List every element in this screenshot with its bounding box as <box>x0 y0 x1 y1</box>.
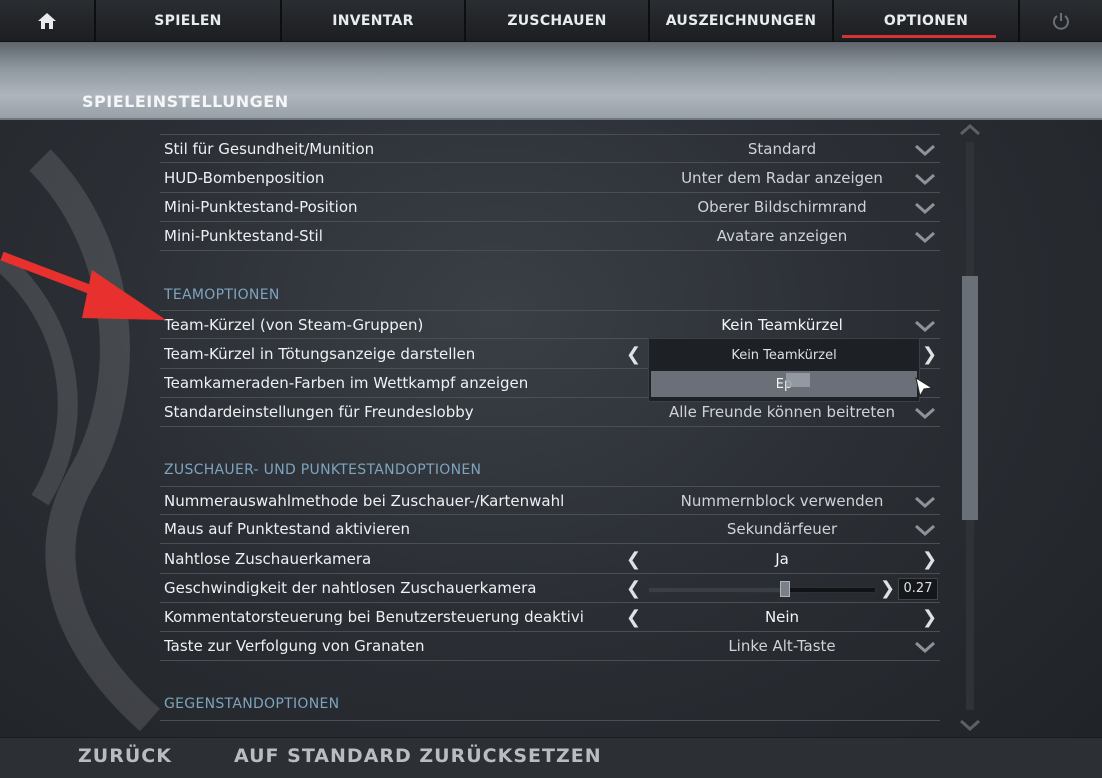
setting-value: Linke Alt-Taste <box>728 637 836 655</box>
setting-label: HUD-Bombenposition <box>164 169 325 187</box>
setting-label: Geschwindigkeit der nahtlosen Zuschauerk… <box>164 579 537 597</box>
chevron-left-icon[interactable]: ❮ <box>626 607 641 628</box>
setting-label: Stil für Gesundheit/Munition <box>164 140 375 158</box>
scrollbar-thumb[interactable] <box>962 276 978 520</box>
section-heading-team: TEAMOPTIONEN <box>164 287 280 303</box>
setting-row-mini-score-style[interactable]: Mini-Punktestand-Stil Avatare anzeigen <box>160 222 940 251</box>
slider-handle[interactable] <box>779 581 790 597</box>
camera-speed-slider[interactable] <box>648 587 876 593</box>
watermark-logo-icon <box>0 149 160 732</box>
nav-item-inventar[interactable]: INVENTAR <box>282 0 466 42</box>
setting-label: Mini-Punktestand-Position <box>164 198 358 216</box>
nav-label: INVENTAR <box>332 13 414 29</box>
setting-row-bomb-position[interactable]: HUD-Bombenposition Unter dem Radar anzei… <box>160 164 940 193</box>
reset-defaults-button[interactable]: AUF STANDARD ZURÜCKSETZEN <box>234 745 602 767</box>
chevron-right-icon[interactable]: ❯ <box>922 607 937 628</box>
chevron-right-icon[interactable]: ❯ <box>880 578 895 599</box>
nav-item-zuschauen[interactable]: ZUSCHAUEN <box>466 0 650 42</box>
chevron-left-icon[interactable]: ❮ <box>626 578 641 599</box>
home-icon <box>38 13 56 29</box>
section-heading-spectator: ZUSCHAUER- UND PUNKTESTANDOPTIONEN <box>164 462 482 478</box>
setting-label: Kommentatorsteuerung bei Benutzersteueru… <box>164 608 584 626</box>
chevron-down-icon[interactable] <box>914 230 936 244</box>
setting-value: Nummernblock verwenden <box>680 492 884 510</box>
power-button[interactable] <box>1020 0 1102 42</box>
setting-label: Standardeinstellungen für Freundeslobby <box>164 403 474 421</box>
setting-row-mouse-scoreboard[interactable]: Maus auf Punktestand aktivieren Sekundär… <box>160 515 940 544</box>
nav-label: OPTIONEN <box>883 13 969 29</box>
dropdown-option[interactable]: Kein Teamkürzel <box>649 339 919 371</box>
nav-item-optionen[interactable]: OPTIONEN <box>834 0 1020 42</box>
scroll-up-icon[interactable] <box>958 123 982 137</box>
setting-value: Unter dem Radar anzeigen <box>681 169 883 187</box>
setting-row-team-tag[interactable]: Team-Kürzel (von Steam-Gruppen) Kein Tea… <box>160 310 940 339</box>
setting-row-friends-lobby[interactable]: Standardeinstellungen für Freundeslobby … <box>160 398 940 427</box>
setting-value: Alle Freunde können beitreten <box>668 403 896 421</box>
setting-label: Nahtlose Zuschauerkamera <box>164 550 372 568</box>
divider <box>160 720 940 721</box>
setting-value: Kein Teamkürzel <box>721 316 843 334</box>
setting-row-commentator-control[interactable]: Kommentatorsteuerung bei Benutzersteueru… <box>160 603 940 632</box>
scroll-down-icon[interactable] <box>958 718 982 732</box>
setting-label: Team-Kürzel (von Steam-Gruppen) <box>164 316 424 334</box>
chevron-down-icon[interactable] <box>914 495 936 509</box>
chevron-right-icon[interactable]: ❯ <box>922 549 937 570</box>
team-tag-dropdown[interactable]: Kein Teamkürzel Ep <box>648 338 920 402</box>
section-heading-items: GEGENSTANDOPTIONEN <box>164 696 340 712</box>
setting-label: Teamkameraden-Farben im Wettkampf anzeig… <box>164 374 529 392</box>
setting-row-seamless-camera[interactable]: Nahtlose Zuschauerkamera ❮ Ja ❯ <box>160 545 940 574</box>
chevron-left-icon[interactable]: ❮ <box>626 344 641 365</box>
home-button[interactable] <box>0 0 96 42</box>
top-navigation-bar: SPIELEN INVENTAR ZUSCHAUEN AUSZEICHNUNGE… <box>0 0 1102 42</box>
nav-label: AUSZEICHNUNGEN <box>665 13 817 29</box>
slider-value: 0.27 <box>898 578 938 600</box>
chevron-right-icon[interactable]: ❯ <box>922 344 937 365</box>
setting-value: Nein <box>764 608 800 626</box>
chevron-down-icon[interactable] <box>914 143 936 157</box>
setting-label: Maus auf Punktestand aktivieren <box>164 520 411 538</box>
setting-row-grenade-tracking[interactable]: Taste zur Verfolgung von Granaten Linke … <box>160 632 940 661</box>
annotation-arrow-icon <box>0 251 166 320</box>
mouse-cursor-icon <box>915 376 934 398</box>
setting-value: Avatare anzeigen <box>716 227 848 245</box>
slider-fill <box>649 588 785 592</box>
setting-label: Nummerauswahlmethode bei Zuschauer-/Kart… <box>164 492 565 510</box>
nav-item-spielen[interactable]: SPIELEN <box>96 0 282 42</box>
chevron-down-icon[interactable] <box>914 640 936 654</box>
setting-row-number-selection[interactable]: Nummerauswahlmethode bei Zuschauer-/Kart… <box>160 486 940 515</box>
chevron-down-icon[interactable] <box>914 406 936 420</box>
nav-item-auszeichnungen[interactable]: AUSZEICHNUNGEN <box>650 0 834 42</box>
setting-label: Team-Kürzel in Tötungsanzeige darstellen <box>164 345 476 363</box>
setting-row-health-style[interactable]: Stil für Gesundheit/Munition Standard <box>160 134 940 163</box>
back-button[interactable]: ZURÜCK <box>78 745 172 767</box>
chevron-down-icon[interactable] <box>914 319 936 333</box>
nav-label: SPIELEN <box>154 13 222 29</box>
chevron-down-icon[interactable] <box>914 523 936 537</box>
setting-value: Ja <box>775 550 789 568</box>
setting-value: Oberer Bildschirmrand <box>697 198 867 216</box>
setting-value: Standard <box>747 140 817 158</box>
dropdown-option-highlighted[interactable]: Ep <box>651 371 917 397</box>
power-icon <box>1053 13 1069 30</box>
chevron-left-icon[interactable]: ❮ <box>626 549 641 570</box>
nav-label: ZUSCHAUEN <box>507 13 607 29</box>
setting-row-mini-score-position[interactable]: Mini-Punktestand-Position Oberer Bildsch… <box>160 193 940 222</box>
setting-label: Taste zur Verfolgung von Granaten <box>164 637 425 655</box>
setting-label: Mini-Punktestand-Stil <box>164 227 323 245</box>
redacted-text <box>786 373 810 387</box>
chevron-down-icon[interactable] <box>914 201 936 215</box>
page-title: SPIELEINSTELLUNGEN <box>82 92 289 111</box>
chevron-down-icon[interactable] <box>914 172 936 186</box>
setting-value: Sekundärfeuer <box>726 520 838 538</box>
